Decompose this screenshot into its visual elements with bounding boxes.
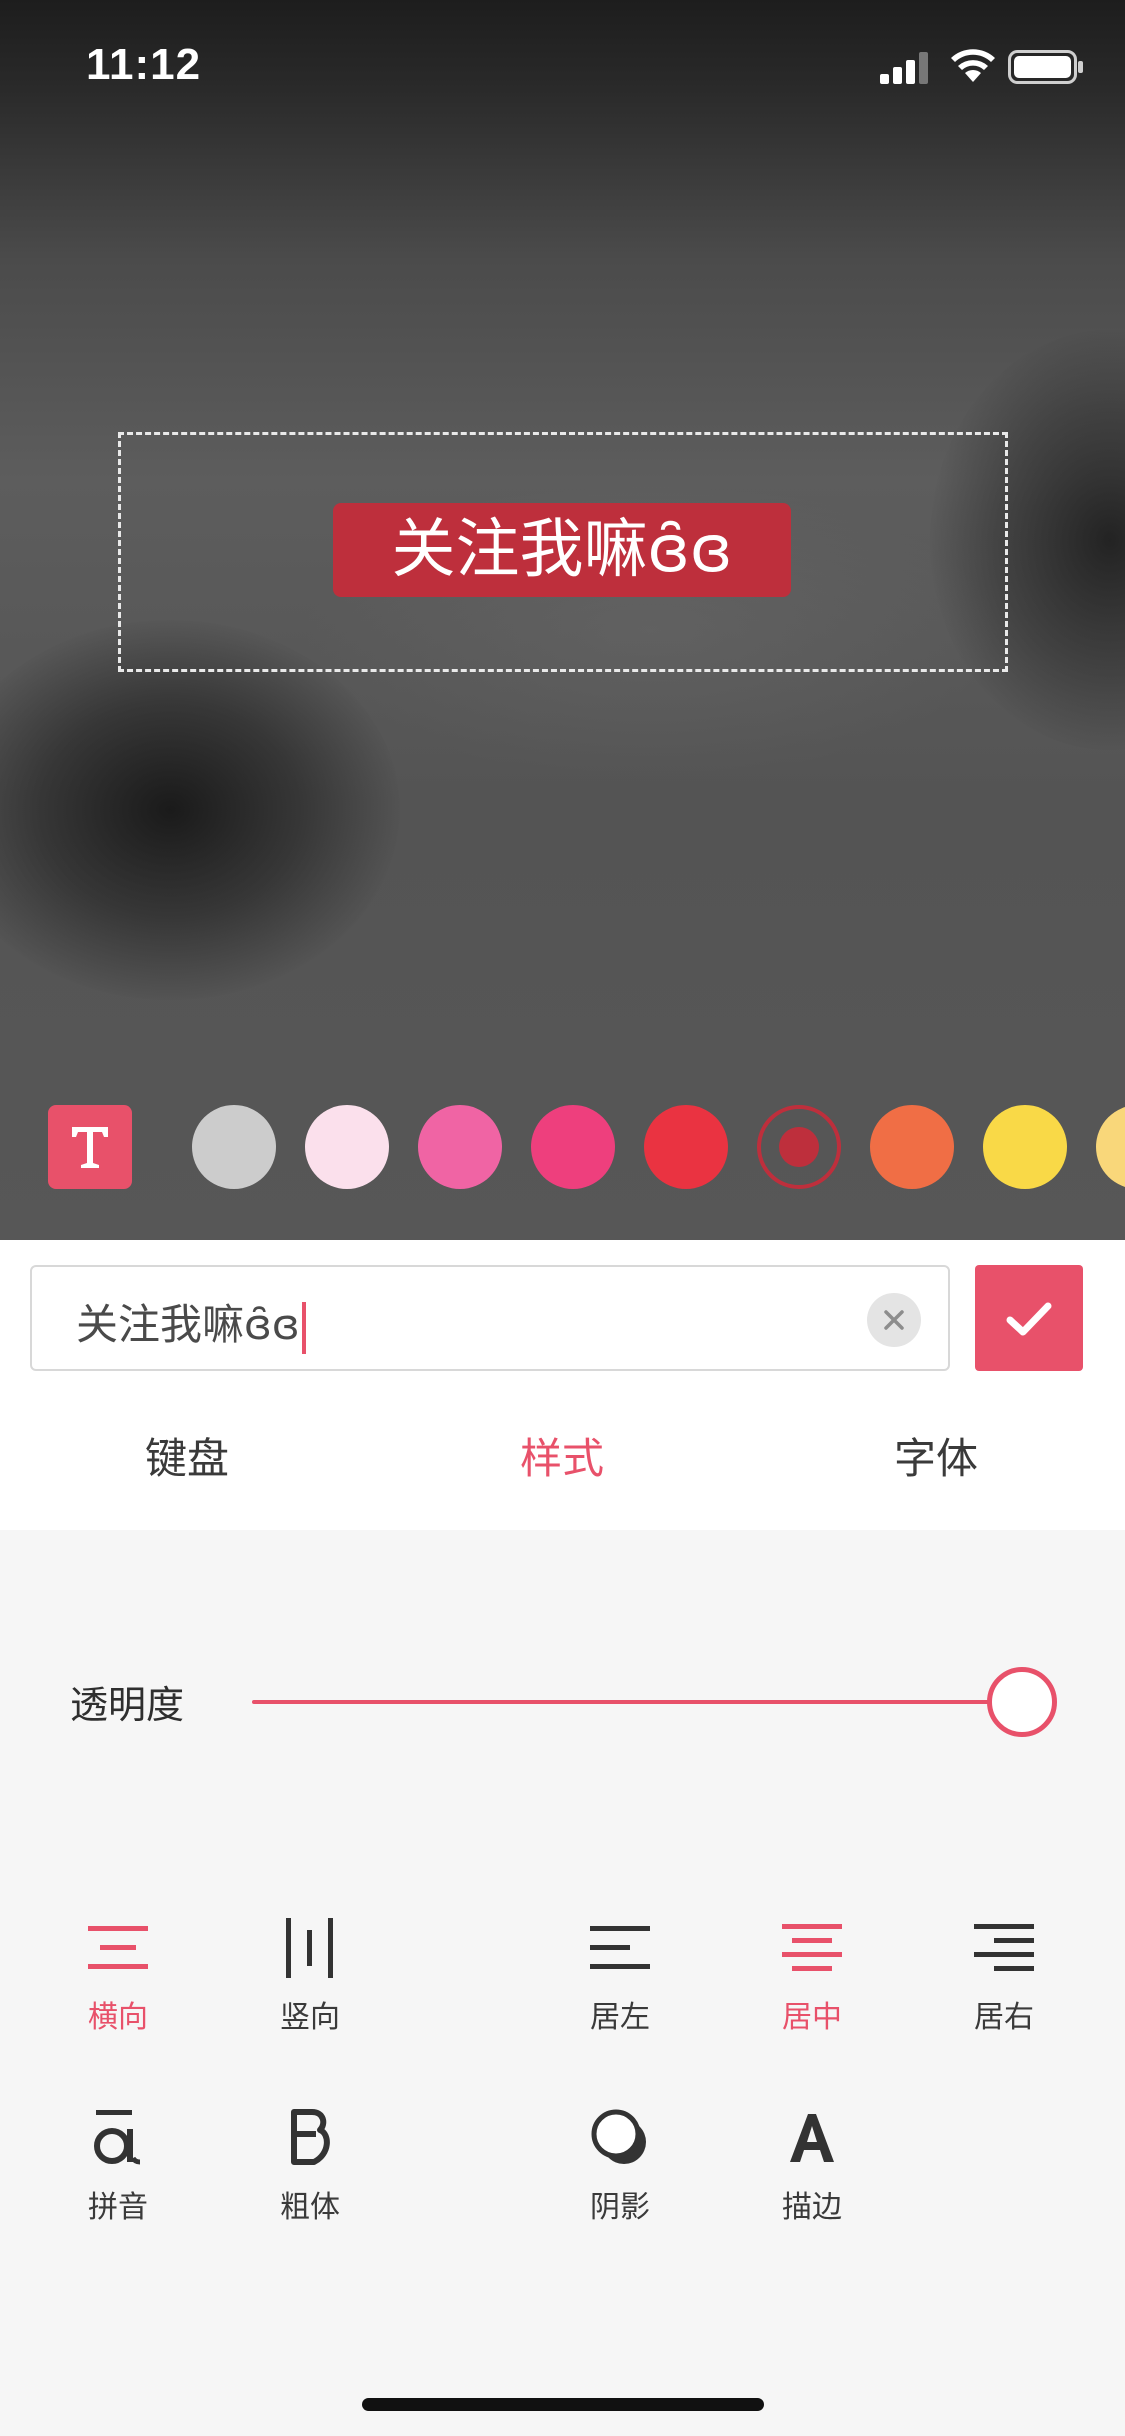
- opacity-label: 透明度: [70, 1683, 185, 1727]
- close-icon: [884, 1310, 904, 1330]
- clear-text-button[interactable]: [867, 1293, 921, 1347]
- text-input-value: 关注我嘛ɞ̑ɞ: [76, 1300, 300, 1349]
- align-right-label: 居右: [974, 2000, 1034, 2035]
- canvas-text-label[interactable]: 关注我嘛ɞ̑ɞ: [333, 503, 791, 597]
- home-indicator: [362, 2398, 764, 2411]
- shadow-icon: [591, 2109, 646, 2164]
- stroke-button[interactable]: 描边: [737, 2108, 887, 2228]
- status-time: 11:12: [86, 40, 202, 89]
- text-caret: [301, 1301, 306, 1354]
- stroke-outline-icon: [790, 2114, 834, 2162]
- tab-style[interactable]: 样式: [462, 1425, 662, 1486]
- tab-keyboard[interactable]: 键盘: [87, 1425, 287, 1486]
- align-center-label: 居中: [782, 2000, 842, 2035]
- pinyin-icon: [94, 2110, 141, 2165]
- color-swatch[interactable]: [983, 1105, 1067, 1189]
- horizontal-layout-button[interactable]: 横向: [43, 1918, 193, 2038]
- align-left-icon: [590, 1926, 650, 1969]
- align-left-label: 居左: [590, 2000, 650, 2035]
- color-swatch[interactable]: [644, 1105, 728, 1189]
- align-center-button[interactable]: 居中: [737, 1918, 887, 2038]
- confirm-button[interactable]: [975, 1265, 1083, 1371]
- color-swatch[interactable]: [870, 1105, 954, 1189]
- text-input-field[interactable]: 关注我嘛ɞ̑ɞ: [30, 1265, 950, 1371]
- tab-font[interactable]: 字体: [836, 1425, 1036, 1486]
- color-swatch[interactable]: [192, 1105, 276, 1189]
- align-right-icon: [974, 1924, 1034, 1971]
- vertical-text-icon: [286, 1918, 333, 1978]
- text-editor-bar: 关注我嘛ɞ̑ɞ 键盘 样式 字体: [0, 1240, 1125, 1530]
- color-swatch[interactable]: [1096, 1105, 1125, 1189]
- color-swatch[interactable]: [531, 1105, 615, 1189]
- bold-icon: [291, 2109, 330, 2165]
- pinyin-label: 拼音: [88, 2190, 148, 2225]
- align-center-icon: [782, 1924, 842, 1971]
- pinyin-button[interactable]: 拼音: [43, 2108, 193, 2228]
- align-right-button[interactable]: 居右: [929, 1918, 1079, 2038]
- wifi-icon: [951, 49, 995, 82]
- shadow-label: 阴影: [590, 2190, 650, 2225]
- opacity-slider-track[interactable]: [252, 1700, 1022, 1704]
- selected-dot: [779, 1127, 819, 1167]
- color-picker-row: [0, 1105, 1125, 1189]
- cellular-signal-icon: [880, 52, 928, 84]
- style-panel: 透明度 横向 竖向 居左 居中 居右 拼音 粗体 阴影 描边: [0, 1530, 1125, 2436]
- vertical-layout-button[interactable]: 竖向: [235, 1918, 385, 2038]
- bold-label: 粗体: [280, 2190, 340, 2225]
- text-background-toggle-button[interactable]: [48, 1105, 132, 1189]
- vertical-layout-label: 竖向: [280, 2000, 340, 2035]
- text-t-icon: [72, 1127, 108, 1168]
- photo-canvas[interactable]: 11:12 关注我嘛ɞ̑ɞ: [0, 0, 1125, 1240]
- stroke-label: 描边: [782, 2190, 842, 2225]
- bold-button[interactable]: 粗体: [235, 2108, 385, 2228]
- opacity-slider-thumb[interactable]: [987, 1667, 1057, 1737]
- color-swatch[interactable]: [418, 1105, 502, 1189]
- color-swatch-selected[interactable]: [757, 1105, 841, 1189]
- align-left-button[interactable]: 居左: [545, 1918, 695, 2038]
- battery-icon: [1008, 50, 1083, 84]
- color-swatch[interactable]: [305, 1105, 389, 1189]
- horizontal-text-icon: [88, 1926, 148, 1969]
- horizontal-layout-label: 横向: [88, 2000, 148, 2035]
- checkmark-icon: [1006, 1302, 1052, 1336]
- shadow-button[interactable]: 阴影: [545, 2108, 695, 2228]
